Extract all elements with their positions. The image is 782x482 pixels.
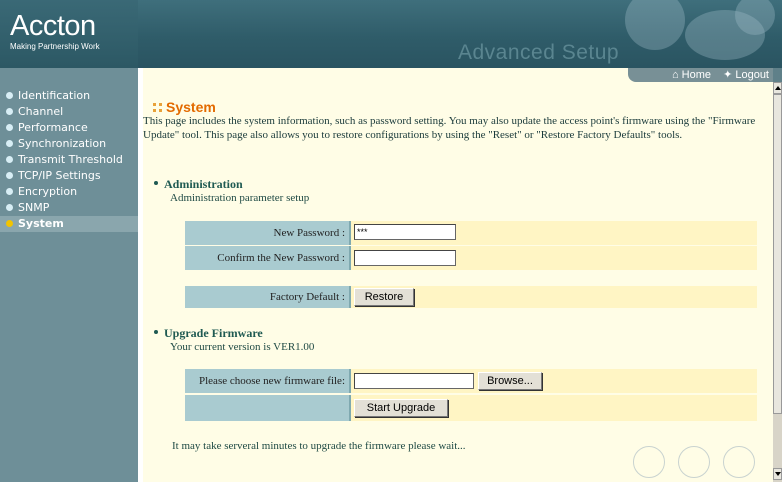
sidebar-item-tcpip-settings[interactable]: TCP/IP Settings xyxy=(0,168,138,184)
sidebar-nav: Identification Channel Performance Synch… xyxy=(0,68,138,482)
page-title-text: System xyxy=(166,99,216,115)
sidebar-item-label: TCP/IP Settings xyxy=(18,169,101,182)
choose-file-label: Please choose new firmware file: xyxy=(185,369,351,393)
brand-tagline: Making Partnership Work xyxy=(10,42,100,51)
decorative-circle xyxy=(723,446,755,478)
restore-button[interactable]: Restore xyxy=(354,288,414,306)
brand-logo: Accton xyxy=(10,10,96,42)
sidebar-item-identification[interactable]: Identification xyxy=(0,88,138,104)
upgrade-wait-note: It may take serveral minutes to upgrade … xyxy=(172,440,466,452)
upgrade-heading: Upgrade Firmware xyxy=(154,326,263,341)
confirm-password-field[interactable] xyxy=(354,250,456,266)
arrow-up-icon xyxy=(775,86,781,90)
bullet-icon xyxy=(6,220,13,227)
main-content: ⌂ Home ✦ Logout System This page include… xyxy=(143,68,773,482)
sidebar-item-channel[interactable]: Channel xyxy=(0,104,138,120)
decorative-circle xyxy=(633,446,665,478)
sidebar-item-label: SNMP xyxy=(18,201,50,214)
upgrade-heading-text: Upgrade Firmware xyxy=(164,326,263,340)
bullet-icon xyxy=(6,204,13,211)
bullet-icon xyxy=(6,140,13,147)
sidebar-item-label: Identification xyxy=(18,89,91,102)
logout-link[interactable]: ✦ Logout xyxy=(723,68,769,82)
sidebar-item-system[interactable]: System xyxy=(0,216,138,232)
sidebar-item-encryption[interactable]: Encryption xyxy=(0,184,138,200)
sidebar-item-synchronization[interactable]: Synchronization xyxy=(0,136,138,152)
sidebar-item-label: Synchronization xyxy=(18,137,107,150)
grid-icon xyxy=(153,103,162,112)
factory-default-label: Factory Default : xyxy=(185,286,351,308)
top-nav: ⌂ Home ✦ Logout xyxy=(143,68,773,82)
administration-heading: Administration xyxy=(154,177,243,192)
header-decoration xyxy=(615,0,782,68)
sidebar-item-performance[interactable]: Performance xyxy=(0,120,138,136)
header-right-strip xyxy=(773,68,782,82)
page-description: This page includes the system informatio… xyxy=(143,115,756,141)
bullet-icon xyxy=(6,124,13,131)
decorative-circle xyxy=(678,446,710,478)
sidebar-item-label: System xyxy=(18,217,64,230)
scroll-thumb[interactable] xyxy=(773,94,782,414)
bullet-icon xyxy=(6,188,13,195)
logo-area: Accton Making Partnership Work xyxy=(0,0,138,68)
start-upgrade-label-cell xyxy=(185,395,351,421)
header-banner: Accton Making Partnership Work Advanced … xyxy=(0,0,782,68)
bullet-icon xyxy=(6,92,13,99)
administration-subtext: Administration parameter setup xyxy=(170,192,310,204)
sidebar-item-label: Transmit Threshold xyxy=(18,153,123,166)
firmware-version-text: Your current version is VER1.00 xyxy=(170,341,315,353)
start-upgrade-button[interactable]: Start Upgrade xyxy=(354,399,448,417)
bullet-icon xyxy=(154,181,158,185)
arrow-down-icon xyxy=(775,472,781,476)
home-link[interactable]: ⌂ Home xyxy=(672,68,711,82)
bullet-icon xyxy=(6,172,13,179)
browse-button[interactable]: Browse... xyxy=(478,372,542,390)
new-password-field[interactable]: *** xyxy=(354,224,456,240)
administration-heading-text: Administration xyxy=(164,177,243,191)
sidebar-item-label: Channel xyxy=(18,105,64,118)
bullet-icon xyxy=(6,108,13,115)
page-section-title: Advanced Setup xyxy=(458,41,620,64)
logout-label: Logout xyxy=(735,69,769,81)
scroll-down-button[interactable] xyxy=(773,468,782,480)
sidebar-item-snmp[interactable]: SNMP xyxy=(0,200,138,216)
home-label: Home xyxy=(681,69,711,81)
scroll-up-button[interactable] xyxy=(773,82,782,94)
bullet-icon xyxy=(6,156,13,163)
bullet-icon xyxy=(154,330,158,334)
sidebar-item-label: Performance xyxy=(18,121,88,134)
sidebar-item-label: Encryption xyxy=(18,185,78,198)
new-password-label: New Password : xyxy=(185,221,351,245)
page-title: System xyxy=(153,99,216,115)
confirm-password-label: Confirm the New Password : xyxy=(185,246,351,270)
vertical-scrollbar[interactable] xyxy=(773,82,782,482)
sidebar-item-transmit-threshold[interactable]: Transmit Threshold xyxy=(0,152,138,168)
firmware-file-field[interactable] xyxy=(354,373,474,389)
